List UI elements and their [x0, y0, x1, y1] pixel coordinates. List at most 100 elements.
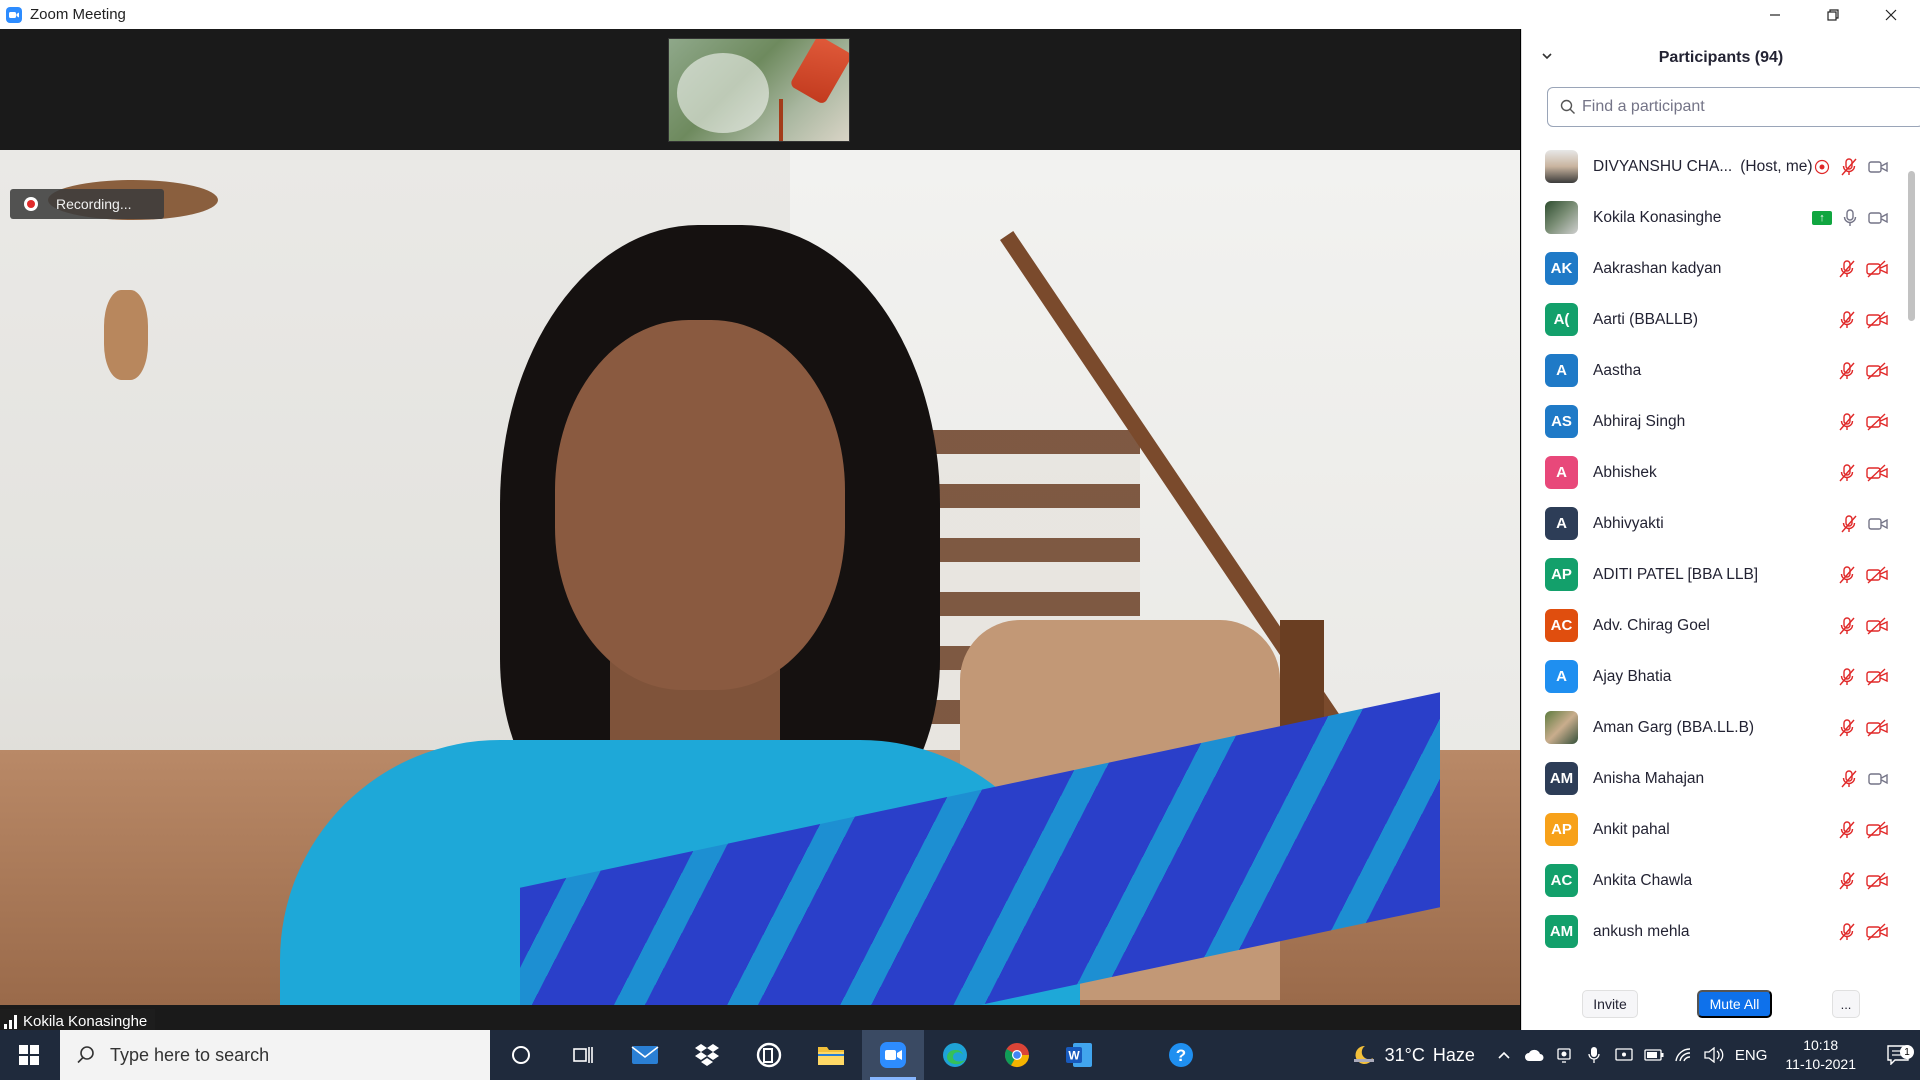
participant-name-text: Kokila Konasinghe [1593, 208, 1722, 226]
minimize-button[interactable] [1746, 0, 1804, 29]
more-options-button[interactable]: ... [1832, 990, 1860, 1018]
get-help-button[interactable]: ? [1150, 1030, 1212, 1080]
mail-app-button[interactable] [614, 1030, 676, 1080]
participant-row[interactable]: AS Abhiraj Singh [1522, 396, 1910, 447]
participant-avatar [1545, 201, 1578, 234]
taskbar-search-placeholder: Type here to search [110, 1044, 270, 1065]
restore-button[interactable] [1804, 0, 1862, 29]
file-explorer-button[interactable] [800, 1030, 862, 1080]
participant-row[interactable]: DIVYANSHU CHA... (Host, me) [1522, 141, 1910, 192]
participants-panel: Participants (94) DIVYANSHU CHA... (Host,… [1521, 29, 1920, 1030]
windows-logo-icon [19, 1045, 39, 1065]
word-app-button[interactable]: W [1048, 1030, 1110, 1080]
participant-row[interactable]: Kokila Konasinghe ↑ [1522, 192, 1910, 243]
weather-moon-icon [1353, 1045, 1374, 1064]
participant-name: Abhishek [1593, 464, 1657, 482]
zoom-app-button[interactable] [862, 1030, 924, 1080]
participant-row[interactable]: A Aastha [1522, 345, 1910, 396]
participant-avatar: AM [1545, 915, 1578, 948]
participant-name-text: Anisha Mahajan [1593, 769, 1705, 787]
participant-status-icons [1838, 345, 1888, 396]
participant-name: Ankit pahal [1593, 821, 1670, 839]
close-button[interactable] [1862, 0, 1920, 29]
participant-row[interactable]: A Abhishek [1522, 447, 1910, 498]
participant-name: Aastha [1593, 362, 1641, 380]
taskbar-search-box[interactable]: Type here to search [60, 1030, 490, 1080]
participant-status-icons [1838, 702, 1888, 753]
participant-avatar: AM [1545, 762, 1578, 795]
notification-center-button[interactable]: 1 [1876, 1045, 1920, 1065]
speaker-icon [1704, 1047, 1724, 1063]
start-button[interactable] [0, 1030, 58, 1080]
participant-status-icons [1814, 141, 1888, 192]
participant-status-icons [1838, 396, 1888, 447]
microphone-muted-icon [1839, 820, 1855, 838]
participants-scrollbar[interactable] [1908, 141, 1916, 971]
participant-row[interactable]: AP ADITI PATEL [BBA LLB] [1522, 549, 1910, 600]
onedrive-button[interactable] [1519, 1048, 1549, 1062]
recording-indicator[interactable]: Recording... [10, 189, 164, 219]
participant-name-text: Ankita Chawla [1593, 871, 1693, 889]
participant-search-input[interactable] [1582, 98, 1902, 116]
microphone-tray-button[interactable] [1579, 1046, 1609, 1064]
battery-tray-button[interactable] [1639, 1049, 1669, 1061]
video-camera-icon [1868, 160, 1888, 173]
participant-status-icons [1838, 906, 1888, 957]
video-off-icon [1866, 718, 1888, 737]
participant-avatar: AS [1545, 405, 1578, 438]
participant-row[interactable]: AM Anisha Mahajan [1522, 753, 1910, 804]
participant-status-icons [1838, 855, 1888, 906]
participant-row[interactable]: AP Ankit pahal [1522, 804, 1910, 855]
participant-row[interactable]: A Abhivyakti [1522, 498, 1910, 549]
dropbox-app-button[interactable] [676, 1030, 738, 1080]
chrome-app-button[interactable] [986, 1030, 1048, 1080]
participant-status-icons [1838, 804, 1888, 855]
participant-name-text: ADITI PATEL [BBA LLB] [1593, 565, 1759, 583]
display-icon [1615, 1048, 1633, 1061]
zoom-icon [880, 1042, 906, 1068]
video-off-icon [1866, 259, 1888, 278]
participant-row[interactable]: AC Ankita Chawla [1522, 855, 1910, 906]
microphone-muted-icon [1839, 361, 1855, 379]
show-hidden-icons-button[interactable] [1489, 1050, 1519, 1060]
volume-tray-button[interactable] [1699, 1047, 1729, 1063]
scrollbar-thumb[interactable] [1908, 171, 1915, 321]
weather-widget[interactable]: 31°C Haze [1351, 1043, 1475, 1067]
participant-row[interactable]: Aman Garg (BBA.LL.B) [1522, 702, 1910, 753]
display-tray-button[interactable] [1609, 1047, 1639, 1063]
participant-name-text: Aastha [1593, 361, 1642, 379]
participant-search[interactable] [1547, 87, 1920, 127]
participant-row[interactable]: AC Adv. Chirag Goel [1522, 600, 1910, 651]
cortana-icon [512, 1046, 530, 1064]
chevron-down-icon[interactable] [1540, 49, 1554, 63]
mail-icon [631, 1046, 659, 1064]
participant-row[interactable]: AM ankush mehla [1522, 906, 1910, 957]
participant-avatar: AC [1545, 609, 1578, 642]
participant-name: Ajay Bhatia [1593, 668, 1671, 686]
edge-app-button[interactable] [924, 1030, 986, 1080]
participant-row[interactable]: AK Aakrashan kadyan [1522, 243, 1910, 294]
microphone-muted-icon [1841, 769, 1857, 787]
cortana-button[interactable] [490, 1030, 552, 1080]
participant-row[interactable]: A Ajay Bhatia [1522, 651, 1910, 702]
wifi-tray-button[interactable] [1669, 1047, 1699, 1063]
zoom-logo-icon [6, 6, 22, 23]
camera-tray-button[interactable] [1549, 1047, 1579, 1063]
task-view-button[interactable] [552, 1030, 614, 1080]
restore-icon [1827, 8, 1839, 21]
participant-row[interactable]: A(Aarti (BBALLB) [1522, 294, 1910, 345]
participant-status-icons [1838, 447, 1888, 498]
microphone-muted-icon [1841, 514, 1857, 532]
video-off-icon [1866, 922, 1888, 941]
participant-name-text: Abhivyakti [1593, 514, 1664, 532]
help-icon: ? [1169, 1043, 1193, 1067]
shared-screen-thumbnail[interactable] [668, 38, 850, 142]
taskbar-clock[interactable]: 10:18 11-10-2021 [1785, 1036, 1856, 1074]
invite-button[interactable]: Invite [1582, 990, 1638, 1018]
recording-icon [1814, 159, 1830, 174]
office-app-button[interactable] [738, 1030, 800, 1080]
input-language[interactable]: ENG [1735, 1047, 1768, 1064]
office-icon [756, 1042, 782, 1068]
speaker-face [555, 320, 845, 690]
mute-all-button[interactable]: Mute All [1697, 990, 1772, 1018]
